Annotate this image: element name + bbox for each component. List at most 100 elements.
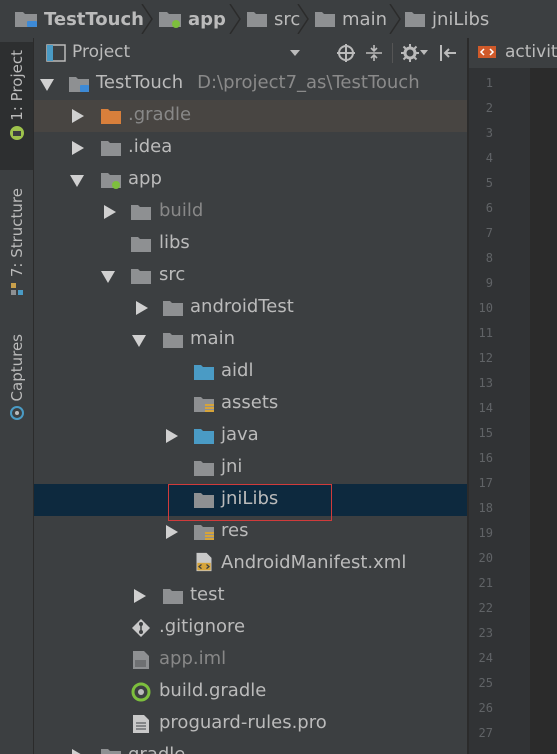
- line-number: 10: [478, 301, 493, 315]
- line-number: 26: [478, 701, 493, 715]
- line-number: 16: [478, 451, 493, 465]
- tree-row-build[interactable]: build: [34, 196, 467, 228]
- module-folder-icon: [101, 173, 121, 189]
- expand-arrow-icon[interactable]: [40, 79, 54, 91]
- tree-row-gitignore[interactable]: .gitignore: [34, 612, 467, 644]
- folder-icon: [101, 749, 121, 754]
- tree-label: assets: [221, 392, 279, 413]
- tree-row-src[interactable]: src: [34, 260, 467, 292]
- folder-icon: [131, 269, 151, 284]
- breadcrumb-label: jniLibs: [432, 8, 490, 30]
- tree-row-main[interactable]: main: [34, 324, 467, 356]
- git-icon: [132, 619, 150, 637]
- breadcrumb-label: app: [188, 8, 226, 30]
- expand-arrow-icon[interactable]: [166, 429, 178, 443]
- expand-arrow-icon[interactable]: [72, 109, 84, 123]
- breadcrumb-label: main: [342, 8, 387, 30]
- line-number: 27: [478, 726, 493, 740]
- source-folder-icon: [194, 429, 214, 444]
- captures-tool-label: Captures: [7, 334, 26, 402]
- breadcrumb-item-jnilibs[interactable]: jniLibs: [404, 0, 489, 38]
- line-number: 19: [478, 526, 493, 540]
- project-path: D:\project7_as\TestTouch: [197, 72, 420, 93]
- tree-row-buildgradle[interactable]: build.gradle: [34, 676, 467, 708]
- breadcrumb-separator-icon: [229, 4, 241, 34]
- line-number: 12: [478, 351, 493, 365]
- breadcrumb-separator-icon: [141, 4, 153, 34]
- tree-row-appiml[interactable]: app.iml: [34, 644, 467, 676]
- tree-row-jni[interactable]: jni: [34, 452, 467, 484]
- expand-arrow-icon[interactable]: [132, 335, 146, 347]
- folder-icon: [101, 141, 121, 156]
- module-file-icon: [133, 651, 149, 669]
- project-view-label[interactable]: Project: [72, 42, 130, 62]
- expand-arrow-icon[interactable]: [70, 175, 84, 187]
- editor-tab-label: activit: [505, 42, 557, 62]
- line-number: 15: [478, 426, 493, 440]
- gradle-icon: [131, 682, 151, 702]
- line-number: 22: [478, 601, 493, 615]
- breadcrumb-item-main[interactable]: main: [314, 0, 387, 38]
- expand-arrow-icon[interactable]: [104, 205, 116, 219]
- tree-label: TestTouch: [96, 72, 184, 93]
- line-number: 24: [478, 651, 493, 665]
- expand-arrow-icon[interactable]: [72, 141, 84, 155]
- tool-window-stripe: 1: Project 7: Structure Captures: [0, 38, 34, 754]
- hide-panel-icon[interactable]: [438, 43, 458, 63]
- tree-row-androidmanifest[interactable]: AndroidManifest.xml: [34, 548, 467, 580]
- breadcrumb-item-src[interactable]: src: [246, 0, 300, 38]
- gear-icon[interactable]: [400, 43, 420, 63]
- structure-tool-button[interactable]: 7: Structure: [0, 188, 33, 308]
- tree-row-androidtest[interactable]: androidTest: [34, 292, 467, 324]
- line-number: 14: [478, 401, 493, 415]
- source-folder-icon: [194, 365, 214, 380]
- tree-row-gradle[interactable]: gradle: [34, 740, 467, 754]
- project-folder-icon: [69, 77, 89, 92]
- android-icon: [9, 125, 24, 140]
- line-number: 2: [485, 101, 493, 115]
- tree-row-testtouch[interactable]: TestTouch D:\project7_as\TestTouch: [34, 68, 467, 100]
- tree-label: app.iml: [159, 648, 227, 669]
- breadcrumb-item-testtouch[interactable]: TestTouch: [14, 0, 144, 38]
- expand-arrow-icon[interactable]: [136, 301, 148, 315]
- editor-tab[interactable]: activit: [477, 42, 557, 62]
- tree-row-libs[interactable]: libs: [34, 228, 467, 260]
- tree-row-gradle-dir[interactable]: .gradle: [34, 100, 467, 132]
- expand-arrow-icon[interactable]: [101, 271, 115, 283]
- collapse-all-icon[interactable]: [364, 43, 384, 63]
- breadcrumb-item-app[interactable]: app: [158, 0, 226, 38]
- captures-tool-button[interactable]: Captures: [0, 334, 33, 434]
- tree-label: AndroidManifest.xml: [221, 552, 407, 573]
- tree-row-aidl[interactable]: aidl: [34, 356, 467, 388]
- tree-label: build.gradle: [159, 680, 267, 701]
- code-area[interactable]: [530, 68, 557, 754]
- folder-icon: [247, 12, 267, 27]
- project-tree[interactable]: TestTouch D:\project7_as\TestTouch .gradl…: [34, 68, 467, 754]
- tree-row-app[interactable]: app: [34, 164, 467, 196]
- expand-arrow-icon[interactable]: [166, 525, 178, 539]
- tree-label: aidl: [221, 360, 254, 381]
- project-tool-button[interactable]: 1: Project: [0, 42, 33, 170]
- tree-row-proguard[interactable]: proguard-rules.pro: [34, 708, 467, 740]
- chevron-down-icon[interactable]: [289, 48, 301, 58]
- line-number: 8: [485, 251, 493, 265]
- line-number: 11: [478, 326, 493, 340]
- project-view-icon: [46, 44, 66, 62]
- tree-row-java[interactable]: java: [34, 420, 467, 452]
- tree-label: main: [190, 328, 235, 349]
- tree-label: test: [190, 584, 225, 605]
- line-number: 3: [485, 126, 493, 140]
- expand-arrow-icon[interactable]: [134, 589, 146, 603]
- scroll-from-source-icon[interactable]: [336, 43, 356, 63]
- excluded-folder-icon: [101, 109, 121, 124]
- line-number: 1: [485, 76, 493, 90]
- line-number: 4: [485, 151, 493, 165]
- tree-label: .idea: [128, 136, 173, 157]
- tree-row-assets[interactable]: assets: [34, 388, 467, 420]
- breadcrumb-separator-icon: [297, 4, 309, 34]
- breadcrumb-separator-icon: [389, 4, 401, 34]
- chevron-down-icon[interactable]: [420, 50, 428, 56]
- tree-row-idea[interactable]: .idea: [34, 132, 467, 164]
- expand-arrow-icon[interactable]: [72, 749, 84, 754]
- tree-row-test[interactable]: test: [34, 580, 467, 612]
